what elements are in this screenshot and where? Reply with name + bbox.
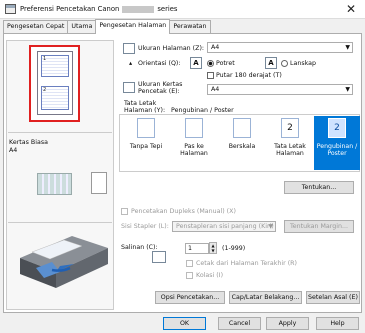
collate-label: Kolasi (I) — [196, 272, 224, 279]
preview-sheet: 1 2 — [37, 51, 73, 115]
paper-icon — [91, 172, 107, 194]
print-last-page-first-label: Cetak dari Halaman Terakhir (R) — [196, 260, 297, 267]
copies-input[interactable]: 1 — [185, 243, 209, 254]
page-number: 1 — [43, 56, 47, 62]
duplex-checkbox[interactable] — [121, 208, 128, 215]
scaled-icon — [233, 118, 251, 138]
close-button[interactable]: ✕ — [343, 2, 359, 16]
page-layout-current: Pengubinan / Poster — [171, 107, 234, 114]
layout-fit-to-page[interactable]: Pas ke Halaman — [171, 116, 217, 170]
divider — [8, 132, 112, 133]
layout-label: Pengubinan / Poster — [316, 143, 358, 157]
page-size-value: A4 — [211, 44, 220, 51]
copies-stepper[interactable]: ▲ ▼ — [209, 242, 217, 254]
preview-page-1: 1 — [41, 55, 69, 77]
specify-button[interactable]: Tentukan... — [284, 181, 354, 194]
rotate-180-checkbox[interactable] — [207, 72, 214, 79]
preview-page-2: 2 — [41, 86, 69, 110]
defaults-button[interactable]: Setelan Asal (E) — [306, 291, 360, 304]
layout-label: Pas ke Halaman — [180, 143, 208, 157]
apply-button[interactable]: Apply — [266, 317, 309, 330]
tab-main[interactable]: Utama — [67, 20, 97, 33]
landscape-label: Lanskap — [290, 60, 317, 67]
layout-label: Tanpa Tepi — [129, 143, 163, 150]
duplex-label: Pencetakan Dupleks (Manual) (X) — [131, 208, 236, 215]
stamp-background-button[interactable]: Cap/Latar Belakang... — [229, 291, 302, 304]
page-layout-icon: 2 — [281, 118, 299, 138]
portrait-orientation-icon: A — [190, 57, 202, 69]
portrait-label: Potret — [216, 60, 235, 67]
printer-paper-label-2: Pencetak (E): — [138, 88, 180, 95]
page-layout-label-2: Halaman (Y): — [124, 107, 166, 114]
title-bar: Preferensi Pencetakan Canon series ✕ — [0, 0, 365, 19]
media-size-label: A4 — [9, 147, 18, 154]
window-title: Preferensi Pencetakan Canon series — [20, 5, 178, 13]
fit-to-page-icon — [185, 118, 203, 138]
page-size-label: Ukuran Halaman (Z): — [138, 45, 205, 52]
portrait-radio[interactable] — [207, 60, 214, 67]
borderless-icon — [137, 118, 155, 138]
tab-maintenance[interactable]: Perawatan — [169, 20, 211, 33]
tab-quick-setup[interactable]: Pengesetan Cepat — [3, 20, 69, 33]
chevron-down-icon: ▼ — [345, 86, 350, 93]
page-layout-list[interactable]: Tanpa Tepi Pas ke Halaman Berskala 2 Tata… — [119, 114, 360, 172]
printer-paper-value: A4 — [211, 86, 220, 93]
staple-side-value: Penstapleran sisi panjang (Kiri) — [176, 223, 274, 230]
page-number: 2 — [43, 87, 47, 93]
ok-button[interactable]: OK — [163, 317, 206, 330]
cancel-button[interactable]: Cancel — [218, 317, 261, 330]
printer-paper-select[interactable]: A4 ▼ — [207, 84, 353, 95]
staple-side-label: Sisi Stapler (L): — [121, 223, 169, 230]
chevron-down-icon: ▼ — [268, 223, 273, 230]
printer-paper-icon — [123, 82, 135, 93]
collate-checkbox[interactable] — [186, 272, 193, 279]
page-size-icon — [123, 43, 135, 54]
layout-scaled[interactable]: Berskala — [219, 116, 265, 170]
rotate-180-label: Putar 180 derajat (T) — [216, 72, 282, 79]
staple-side-select[interactable]: Penstapleran sisi panjang (Kiri) ▼ — [172, 221, 276, 232]
tab-bar: Pengesetan Cepat Utama Pengesetan Halama… — [3, 19, 211, 34]
printer-app-icon — [5, 4, 16, 14]
landscape-orientation-icon: A — [265, 57, 277, 69]
orientation-bullet-icon: ▴ — [129, 60, 133, 67]
page-layout-label-1: Tata Letak — [124, 100, 157, 107]
layout-label: Tata Letak Halaman — [274, 143, 306, 157]
print-options-button[interactable]: Opsi Pencetakan... — [155, 291, 225, 304]
print-last-page-first-checkbox[interactable] — [186, 260, 193, 267]
media-type-label: Kertas Biasa — [9, 139, 48, 146]
tiling-poster-icon: 2 — [328, 118, 346, 138]
printer-paper-label-1: Ukuran Kertas — [138, 81, 183, 88]
help-button[interactable]: Help — [316, 317, 359, 330]
layout-borderless[interactable]: Tanpa Tepi — [123, 116, 169, 170]
landscape-radio[interactable] — [281, 60, 288, 67]
layout-preview: 1 2 — [29, 45, 80, 122]
paper-source-icon — [37, 173, 72, 195]
specify-margin-button[interactable]: Tentukan Margin... — [284, 220, 354, 233]
page-size-select[interactable]: A4 ▼ — [207, 42, 353, 53]
copies-range: (1-999) — [222, 245, 246, 252]
layout-label: Berskala — [228, 143, 256, 150]
copies-icon — [152, 251, 166, 263]
divider — [8, 222, 112, 223]
printer-illustration-icon — [20, 236, 108, 288]
chevron-down-icon: ▼ — [345, 44, 350, 51]
layout-page-layout[interactable]: 2 Tata Letak Halaman — [267, 116, 313, 170]
layout-tiling-poster[interactable]: 2 Pengubinan / Poster — [314, 116, 360, 170]
orientation-label: Orientasi (Q): — [138, 60, 181, 67]
copies-label: Salinan (C): — [121, 244, 158, 251]
redacted-model — [122, 5, 155, 13]
copies-value: 1 — [188, 245, 193, 252]
tab-page-setup[interactable]: Pengesetan Halaman — [95, 19, 171, 34]
